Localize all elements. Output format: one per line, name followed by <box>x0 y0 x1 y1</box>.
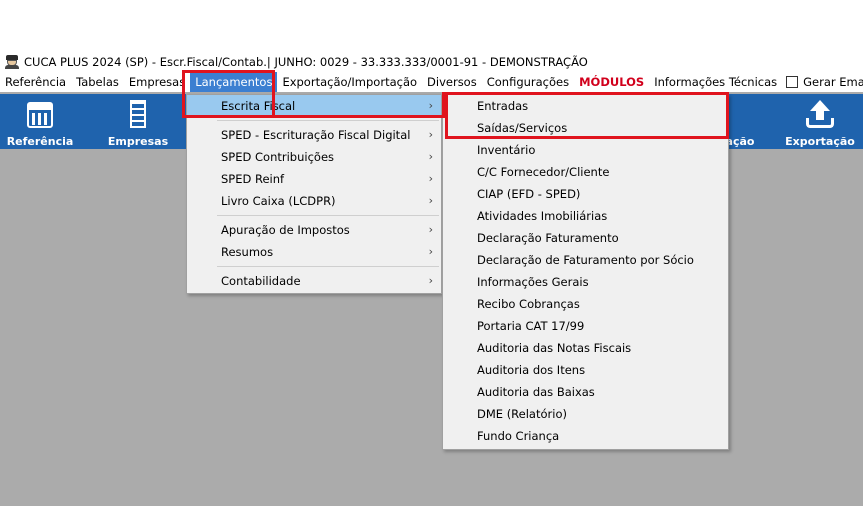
menu-separator <box>217 266 439 267</box>
menu-item-sped-efd[interactable]: SPED - Escrituração Fiscal Digital › <box>187 124 441 146</box>
toolbar-empresas-label: Empresas <box>107 135 169 148</box>
window-titlebar: CUCA PLUS 2024 (SP) - Escr.Fiscal/Contab… <box>0 52 863 72</box>
submenu-item-dme-relatorio[interactable]: DME (Relatório) <box>443 403 728 425</box>
menu-empresas[interactable]: Empresas <box>124 72 190 92</box>
gerar-email-label: Gerar Email <box>803 75 863 89</box>
chevron-right-icon: › <box>428 223 433 236</box>
menu-separator <box>217 215 439 216</box>
menu-item-label: SPED Reinf <box>221 172 285 186</box>
submenu-item-fundo-crianca[interactable]: Fundo Criança <box>443 425 728 447</box>
gerar-email-toggle[interactable]: Gerar Email <box>782 72 863 92</box>
menu-item-label: Livro Caixa (LCDPR) <box>221 194 336 208</box>
chevron-right-icon: › <box>428 245 433 258</box>
submenu-item-cc-fornecedor-cliente[interactable]: C/C Fornecedor/Cliente <box>443 161 728 183</box>
menu-lancamentos[interactable]: Lançamentos <box>190 72 278 92</box>
submenu-item-auditoria-itens[interactable]: Auditoria dos Itens <box>443 359 728 381</box>
submenu-item-declaracao-faturamento-socio[interactable]: Declaração de Faturamento por Sócio <box>443 249 728 271</box>
menu-bar: Referência Tabelas Empresas Lançamentos … <box>0 72 863 92</box>
menu-item-apuracao-impostos[interactable]: Apuração de Impostos › <box>187 219 441 241</box>
submenu-item-recibo-cobrancas[interactable]: Recibo Cobranças <box>443 293 728 315</box>
chevron-right-icon: › <box>428 150 433 163</box>
menu-item-label: SPED Contribuições <box>221 150 335 164</box>
partial-icon <box>735 98 745 130</box>
submenu-item-auditoria-baixas[interactable]: Auditoria das Baixas <box>443 381 728 403</box>
chevron-right-icon: › <box>428 274 433 287</box>
upload-icon <box>803 98 837 130</box>
chevron-right-icon: › <box>428 172 433 185</box>
menu-referencia[interactable]: Referência <box>0 72 71 92</box>
menu-diversos[interactable]: Diversos <box>422 72 482 92</box>
toolbar-partial-label: ação <box>725 135 755 148</box>
menu-configuracoes[interactable]: Configurações <box>482 72 574 92</box>
menu-item-label: Escrita Fiscal <box>221 99 296 113</box>
chevron-right-icon: › <box>428 128 433 141</box>
menu-item-label: Contabilidade <box>221 274 301 288</box>
submenu-item-entradas[interactable]: Entradas <box>443 95 728 117</box>
top-blank-area <box>0 0 863 52</box>
toolbar-referencia-label: Referência <box>6 135 74 148</box>
toolbar-empresas-button[interactable]: Empresas <box>108 94 168 149</box>
lancamentos-dropdown: Escrita Fiscal › SPED - Escrituração Fisc… <box>186 94 442 294</box>
escrita-fiscal-submenu: Entradas Saídas/Serviços Inventário C/C … <box>442 94 729 450</box>
chevron-right-icon: › <box>428 99 433 112</box>
menu-item-label: Apuração de Impostos <box>221 223 350 237</box>
menu-informacoes-tecnicas[interactable]: Informações Técnicas <box>649 72 782 92</box>
submenu-item-informacoes-gerais[interactable]: Informações Gerais <box>443 271 728 293</box>
submenu-item-declaracao-faturamento[interactable]: Declaração Faturamento <box>443 227 728 249</box>
menu-item-label: SPED - Escrituração Fiscal Digital <box>221 128 411 142</box>
toolbar-exportacao-button[interactable]: Exportação <box>785 94 855 149</box>
menu-item-label: Resumos <box>221 245 274 259</box>
menu-item-sped-reinf[interactable]: SPED Reinf › <box>187 168 441 190</box>
toolbar-exportacao-label: Exportação <box>785 135 855 148</box>
submenu-item-auditoria-notas[interactable]: Auditoria das Notas Fiscais <box>443 337 728 359</box>
menu-tabelas[interactable]: Tabelas <box>71 72 124 92</box>
gerar-email-checkbox[interactable] <box>786 76 799 88</box>
toolbar-referencia-button[interactable]: Referência <box>7 94 73 149</box>
menu-item-escrita-fiscal[interactable]: Escrita Fiscal › <box>187 95 441 117</box>
menu-exportacao-importacao[interactable]: Exportação/Importação <box>277 72 422 92</box>
menu-item-contabilidade[interactable]: Contabilidade › <box>187 270 441 292</box>
menu-item-sped-contribuicoes[interactable]: SPED Contribuições › <box>187 146 441 168</box>
menu-modulos[interactable]: MÓDULOS <box>574 72 649 92</box>
menu-item-resumos[interactable]: Resumos › <box>187 241 441 263</box>
submenu-item-portaria-cat[interactable]: Portaria CAT 17/99 <box>443 315 728 337</box>
menu-item-livro-caixa[interactable]: Livro Caixa (LCDPR) › <box>187 190 441 212</box>
calendar-icon <box>23 98 57 130</box>
submenu-item-atividades-imobiliarias[interactable]: Atividades Imobiliárias <box>443 205 728 227</box>
window-title: CUCA PLUS 2024 (SP) - Escr.Fiscal/Contab… <box>24 55 588 69</box>
submenu-item-ciap[interactable]: CIAP (EFD - SPED) <box>443 183 728 205</box>
accountant-person-icon <box>4 55 20 69</box>
menu-separator <box>217 120 439 121</box>
submenu-item-saidas-servicos[interactable]: Saídas/Serviços <box>443 117 728 139</box>
submenu-item-inventario[interactable]: Inventário <box>443 139 728 161</box>
chevron-right-icon: › <box>428 194 433 207</box>
building-icon <box>121 98 155 130</box>
